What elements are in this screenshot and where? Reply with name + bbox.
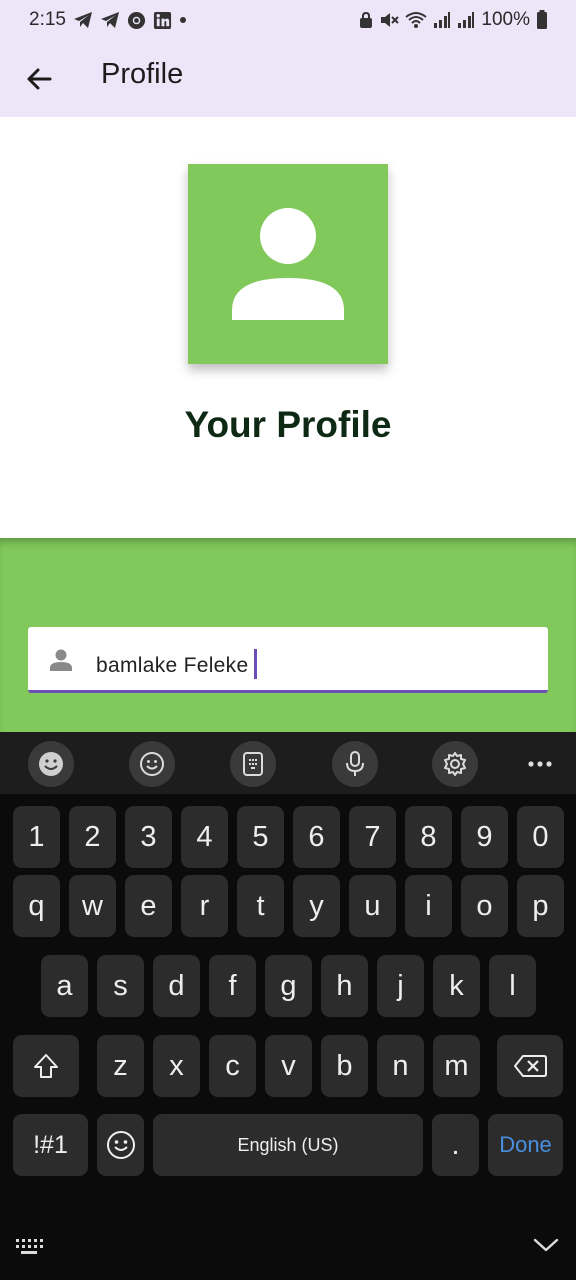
key-n[interactable]: n: [377, 1035, 424, 1097]
key-7[interactable]: 7: [349, 806, 396, 868]
avatar[interactable]: [188, 164, 388, 364]
back-arrow-icon[interactable]: [22, 62, 56, 96]
text-caret: [254, 649, 258, 679]
key-j[interactable]: j: [377, 955, 424, 1017]
telegram-icon: [73, 12, 92, 28]
key-l[interactable]: l: [489, 955, 536, 1017]
linkedin-icon: [153, 11, 172, 29]
keyboard: 1 2 3 4 5 6 7 8 9 0 q w e r t y u i o p …: [0, 794, 576, 1280]
emoji-face-icon: [39, 752, 63, 776]
more-options-icon[interactable]: [527, 760, 553, 768]
lock-icon: [360, 11, 373, 28]
hide-keyboard-icon[interactable]: [533, 1237, 559, 1253]
profile-heading: Your Profile: [184, 404, 392, 445]
key-s[interactable]: s: [97, 955, 144, 1017]
emoji-face-button[interactable]: [28, 741, 74, 787]
signal-icon: [434, 12, 451, 28]
clipboard-icon: [243, 752, 263, 776]
gear-icon: [444, 752, 466, 776]
app-bar-title: Profile: [101, 58, 184, 90]
key-p[interactable]: p: [517, 875, 564, 937]
emoji-key[interactable]: [97, 1114, 144, 1176]
voice-input-button[interactable]: [332, 741, 378, 787]
smiley-icon: [140, 752, 164, 776]
backspace-key[interactable]: [497, 1035, 563, 1097]
person-icon: [50, 649, 72, 671]
person-icon: [232, 208, 344, 320]
key-2[interactable]: 2: [69, 806, 116, 868]
key-f[interactable]: f: [209, 955, 256, 1017]
symbols-key[interactable]: !#1: [13, 1114, 88, 1176]
key-3[interactable]: 3: [125, 806, 172, 868]
battery-percent: 100%: [481, 9, 530, 30]
shift-icon: [34, 1054, 58, 1078]
clipboard-button[interactable]: [230, 741, 276, 787]
key-x[interactable]: x: [153, 1035, 200, 1097]
mute-icon: [381, 13, 400, 27]
microphone-icon: [346, 751, 364, 776]
telegram-icon: [100, 12, 119, 28]
status-time: 2:15: [29, 9, 66, 30]
status-bar: 2:15 100%: [0, 0, 576, 40]
key-4[interactable]: 4: [181, 806, 228, 868]
app-bar: Profile: [0, 40, 576, 117]
key-0[interactable]: 0: [517, 806, 564, 868]
key-m[interactable]: m: [433, 1035, 480, 1097]
wifi-icon: [405, 12, 428, 28]
key-u[interactable]: u: [349, 875, 396, 937]
key-r[interactable]: r: [181, 875, 228, 937]
key-c[interactable]: c: [209, 1035, 256, 1097]
key-w[interactable]: w: [69, 875, 116, 937]
battery-icon: [537, 10, 547, 29]
period-key[interactable]: .: [432, 1114, 479, 1176]
key-o[interactable]: o: [461, 875, 508, 937]
key-a[interactable]: a: [41, 955, 88, 1017]
key-9[interactable]: 9: [461, 806, 508, 868]
key-1[interactable]: 1: [13, 806, 60, 868]
key-z[interactable]: z: [97, 1035, 144, 1097]
key-v[interactable]: v: [265, 1035, 312, 1097]
signal-icon: [458, 12, 475, 28]
key-6[interactable]: 6: [293, 806, 340, 868]
shift-key[interactable]: [13, 1035, 79, 1097]
space-key[interactable]: English (US): [153, 1114, 423, 1176]
key-i[interactable]: i: [405, 875, 452, 937]
notification-dot-icon: [179, 17, 186, 23]
done-key[interactable]: Done: [488, 1114, 563, 1176]
emoji-button[interactable]: [129, 741, 175, 787]
key-d[interactable]: d: [153, 955, 200, 1017]
chrome-icon: [127, 11, 146, 29]
keyboard-settings-button[interactable]: [432, 741, 478, 787]
key-5[interactable]: 5: [237, 806, 284, 868]
smiley-icon: [106, 1131, 135, 1159]
key-b[interactable]: b: [321, 1035, 368, 1097]
key-g[interactable]: g: [265, 955, 312, 1017]
key-y[interactable]: y: [293, 875, 340, 937]
key-e[interactable]: e: [125, 875, 172, 937]
keyboard-switch-icon[interactable]: [15, 1237, 43, 1255]
backspace-icon: [514, 1055, 547, 1077]
name-field[interactable]: bamlake Feleke: [28, 627, 548, 693]
key-h[interactable]: h: [321, 955, 368, 1017]
key-q[interactable]: q: [13, 875, 60, 937]
key-k[interactable]: k: [433, 955, 480, 1017]
name-field-value: bamlake Feleke: [96, 649, 258, 679]
keyboard-toolbar: [0, 732, 576, 794]
key-8[interactable]: 8: [405, 806, 452, 868]
key-t[interactable]: t: [237, 875, 284, 937]
